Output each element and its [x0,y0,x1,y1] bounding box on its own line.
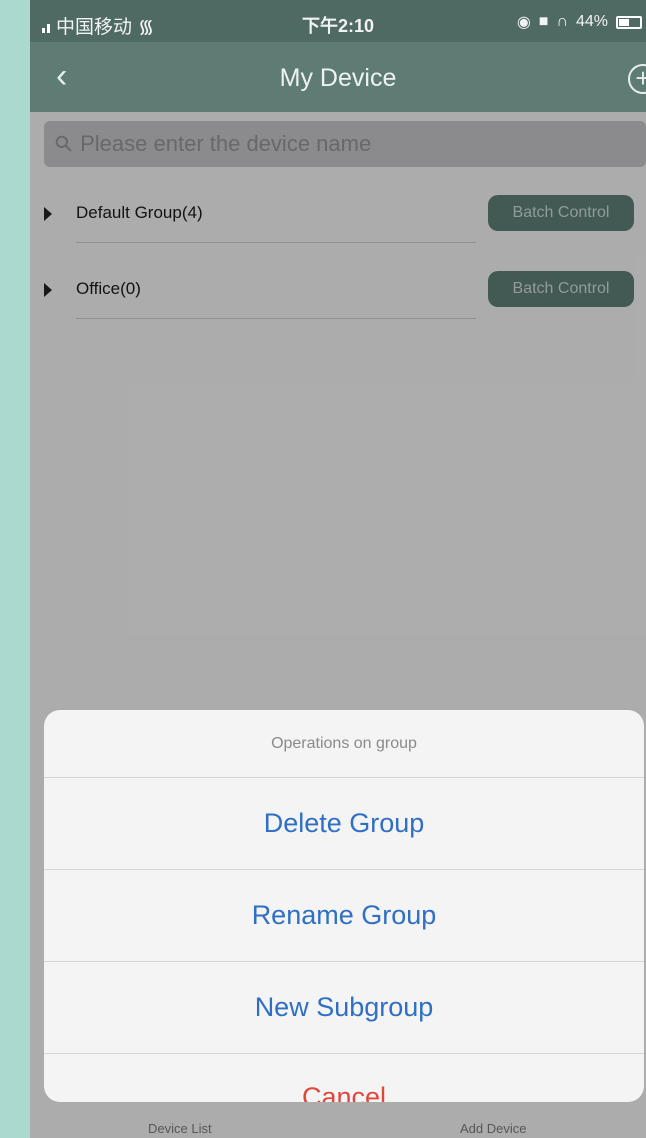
page-title: My Device [279,64,397,92]
cancel-button[interactable]: Cancel [44,1054,644,1103]
action-sheet: Operations on group Delete Group Rename … [44,710,644,1102]
rename-group-button[interactable]: Rename Group [44,870,644,962]
phone-screen: 中国移动 ᯾ 下午2:10 ◉ ■ ∩ 44% ‹ My Device + ⚲ … [30,0,646,1138]
alarm-icon: ◉ [516,14,531,31]
new-subgroup-button[interactable]: New Subgroup [44,962,644,1054]
battery-icon [616,15,642,29]
lock-icon: ■ [538,13,549,30]
battery-percent: 44% [575,13,608,30]
delete-group-button[interactable]: Delete Group [44,778,644,870]
nav-bar: ‹ My Device + [30,42,646,112]
status-right: ◉ ■ ∩ 44% [517,12,642,32]
status-bar: 中国移动 ᯾ 下午2:10 ◉ ■ ∩ 44% [30,0,646,42]
action-sheet-title: Operations on group [44,710,644,778]
headphones-icon: ∩ [556,13,568,30]
